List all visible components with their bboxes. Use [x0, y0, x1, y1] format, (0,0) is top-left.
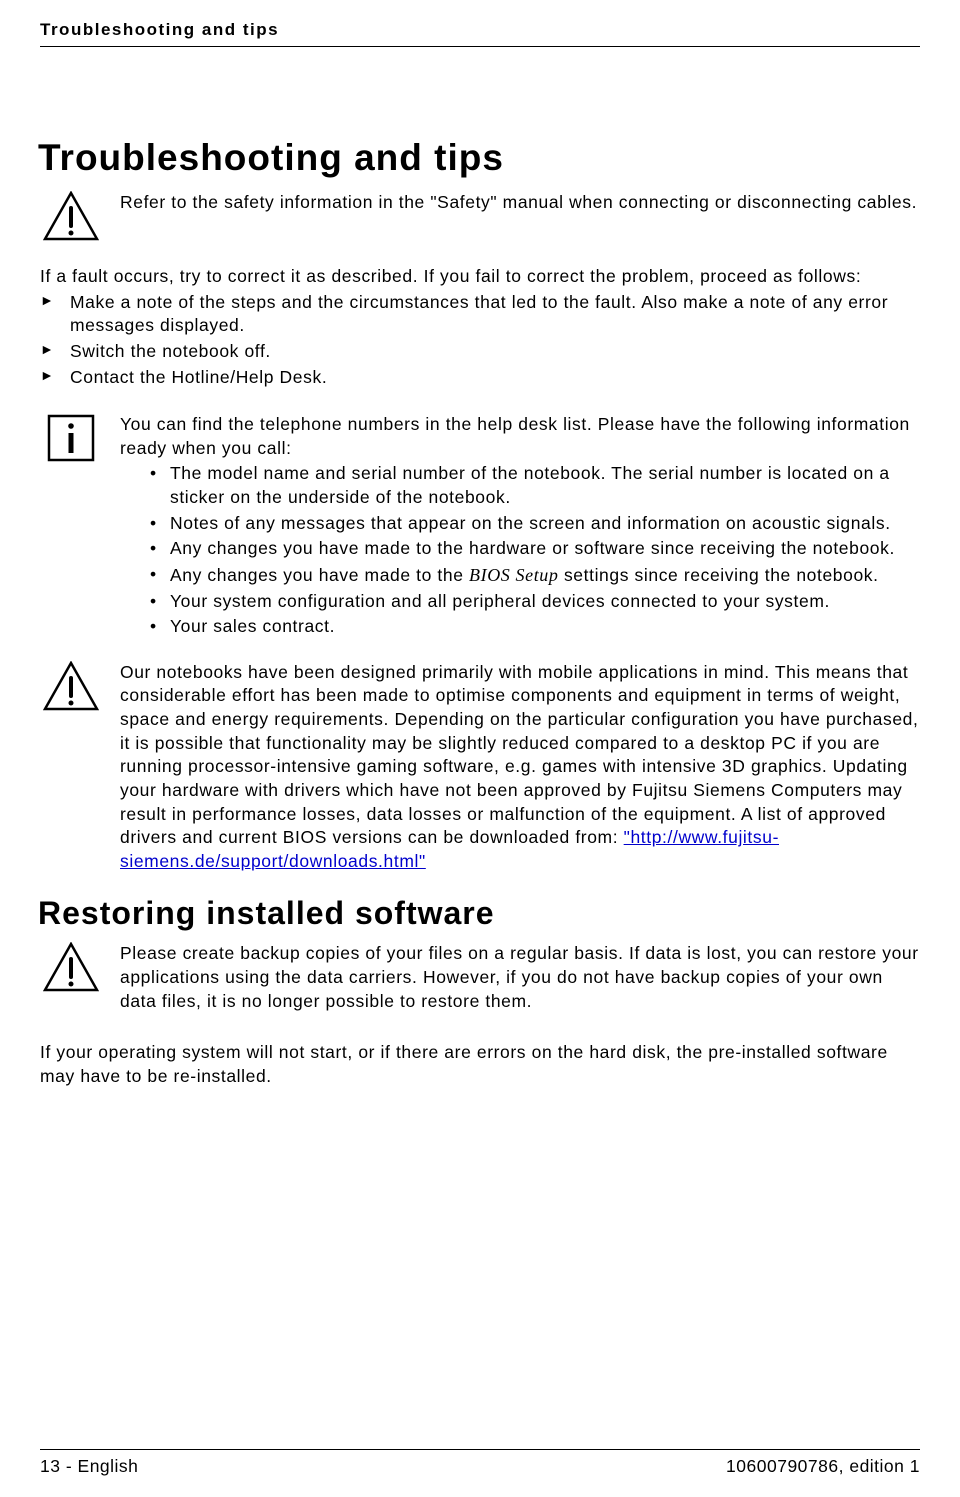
warning-text-drivers: Our notebooks have been designed primari… — [120, 661, 920, 874]
procedure-item: Switch the notebook off. — [40, 340, 920, 364]
drivers-para-text: Our notebooks have been designed primari… — [120, 662, 918, 847]
warning-text-backup: Please create backup copies of your file… — [120, 942, 920, 1013]
footer-right: 10600790786, edition 1 — [726, 1456, 920, 1477]
procedure-item: Contact the Hotline/Help Desk. — [40, 366, 920, 390]
warning-block-drivers: Our notebooks have been designed primari… — [40, 661, 920, 874]
procedure-item: Make a note of the steps and the circums… — [40, 291, 920, 338]
info-item: The model name and serial number of the … — [150, 462, 920, 509]
info-item-pre: Any changes you have made to the — [170, 565, 469, 585]
procedure-list: Make a note of the steps and the circums… — [40, 291, 920, 390]
section-title-restoring: Restoring installed software — [38, 895, 920, 932]
info-item: Any changes you have made to the hardwar… — [150, 537, 920, 561]
page-title: Troubleshooting and tips — [38, 137, 920, 179]
bios-setup-term: BIOS Setup — [469, 565, 558, 585]
warning-icon — [40, 942, 102, 992]
warning-block-backup: Please create backup copies of your file… — [40, 942, 920, 1013]
info-item: Your system configuration and all periph… — [150, 590, 920, 614]
info-lead: You can find the telephone numbers in th… — [120, 413, 920, 460]
warning-icon — [40, 661, 102, 711]
info-item: Any changes you have made to the BIOS Se… — [150, 563, 920, 588]
warning-icon — [40, 191, 102, 241]
info-block: You can find the telephone numbers in th… — [40, 413, 920, 641]
warning-text-safety: Refer to the safety information in the "… — [120, 191, 920, 215]
info-item: Notes of any messages that appear on the… — [150, 512, 920, 536]
info-item: Your sales contract. — [150, 615, 920, 639]
running-header: Troubleshooting and tips — [40, 0, 920, 47]
footer-left: 13 - English — [40, 1456, 138, 1477]
intro-block: If a fault occurs, try to correct it as … — [40, 265, 920, 389]
restore-note: If your operating system will not start,… — [40, 1041, 920, 1088]
intro-para: If a fault occurs, try to correct it as … — [40, 265, 920, 289]
info-icon — [40, 413, 102, 463]
page-footer: 13 - English 10600790786, edition 1 — [40, 1449, 920, 1477]
info-list: The model name and serial number of the … — [150, 462, 920, 638]
info-item-post: settings since receiving the notebook. — [559, 565, 879, 585]
warning-block-safety: Refer to the safety information in the "… — [40, 191, 920, 241]
